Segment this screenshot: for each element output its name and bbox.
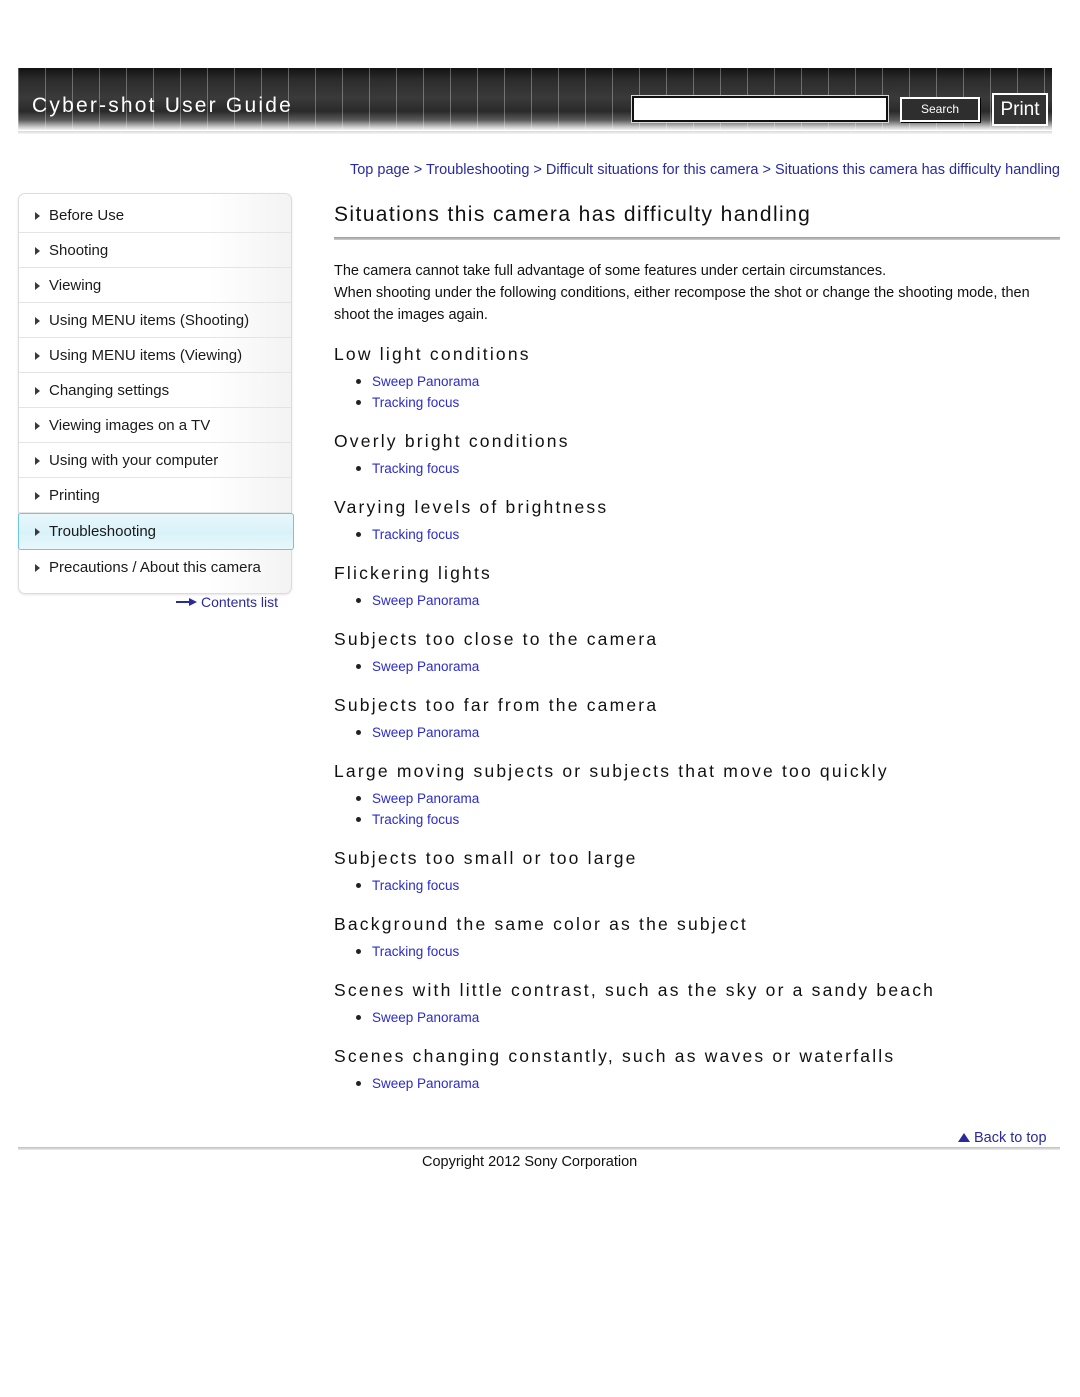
breadcrumb-item-current-page[interactable]: Situations this camera has difficulty ha… <box>775 162 1060 178</box>
section-heading-background-same-color: Background the same color as the subject <box>334 914 748 934</box>
sidebar-item-label: Printing <box>49 487 100 504</box>
search-button[interactable]: Search <box>900 97 980 122</box>
breadcrumb-separator: > <box>413 162 423 178</box>
sidebar-item-changing-settings[interactable]: Changing settings <box>19 373 291 408</box>
sidebar-item-label: Using MENU items (Shooting) <box>49 312 250 329</box>
sidebar-nav: Before Use Shooting Viewing Using MENU i… <box>18 193 294 594</box>
arrow-right-icon <box>176 598 198 606</box>
chevron-right-icon <box>35 457 40 465</box>
chevron-right-icon <box>35 387 40 395</box>
intro-line-1: The camera cannot take full advantage of… <box>334 263 887 279</box>
breadcrumb-separator: > <box>762 162 771 178</box>
page-title: Situations this camera has difficulty ha… <box>334 203 812 226</box>
link-item[interactable]: Sweep Panorama <box>356 1007 1060 1028</box>
chevron-right-icon <box>35 422 40 430</box>
link-item[interactable]: Sweep Panorama <box>356 788 1060 809</box>
breadcrumb-item-difficult-situations[interactable]: Difficult situations for this camera <box>546 162 758 178</box>
section-links-varying-brightness: Tracking focus <box>334 524 1060 545</box>
breadcrumb-item-top-page[interactable]: Top page <box>350 162 410 178</box>
link-item[interactable]: Sweep Panorama <box>356 656 1060 677</box>
section-heading-overly-bright: Overly bright conditions <box>334 431 570 451</box>
link-item[interactable]: Tracking focus <box>356 524 1060 545</box>
section-heading-large-moving-subjects: Large moving subjects or subjects that m… <box>334 761 889 781</box>
chevron-right-icon <box>35 564 40 572</box>
sidebar-item-viewing-images-on-a-tv[interactable]: Viewing images on a TV <box>19 408 291 443</box>
sidebar-item-troubleshooting[interactable]: Troubleshooting <box>18 513 294 550</box>
section-heading-scenes-changing: Scenes changing constantly, such as wave… <box>334 1046 896 1066</box>
search-input[interactable] <box>631 95 889 123</box>
sidebar-item-using-with-your-computer[interactable]: Using with your computer <box>19 443 291 478</box>
contents-list-label: Contents list <box>201 594 279 610</box>
sidebar-item-using-menu-items-shooting[interactable]: Using MENU items (Shooting) <box>19 303 291 338</box>
copyright-text: Copyright 2012 Sony Corporation <box>422 1154 638 1170</box>
chevron-right-icon <box>35 247 40 255</box>
breadcrumb-separator: > <box>533 162 542 178</box>
chevron-right-icon <box>35 282 40 290</box>
sidebar-item-label: Using MENU items (Viewing) <box>49 347 243 364</box>
intro-line-2: When shooting under the following condit… <box>334 285 1030 323</box>
chevron-right-icon <box>35 317 40 325</box>
intro-paragraph: The camera cannot take full advantage of… <box>334 260 1060 326</box>
link-item[interactable]: Tracking focus <box>356 458 1060 479</box>
sidebar-item-label: Before Use <box>49 207 125 224</box>
back-to-top-link[interactable]: Back to top <box>958 1130 1047 1146</box>
header-underline <box>18 131 1052 134</box>
chevron-right-icon <box>35 528 40 536</box>
breadcrumb: Top page > Troubleshooting > Difficult s… <box>334 160 1060 181</box>
link-item[interactable]: Tracking focus <box>356 809 1060 830</box>
section-heading-low-light: Low light conditions <box>334 344 531 364</box>
sidebar-item-label: Changing settings <box>49 382 170 399</box>
section-links-subjects-too-small-or-large: Tracking focus <box>334 875 1060 896</box>
sidebar-item-before-use[interactable]: Before Use <box>19 198 291 233</box>
link-item[interactable]: Sweep Panorama <box>356 722 1060 743</box>
section-links-scenes-changing: Sweep Panorama <box>334 1073 1060 1094</box>
section-links-background-same-color: Tracking focus <box>334 941 1060 962</box>
guide-title: Cyber-shot User Guide <box>32 94 293 117</box>
chevron-right-icon <box>35 492 40 500</box>
sidebar-item-label: Troubleshooting <box>49 523 157 540</box>
sidebar-item-using-menu-items-viewing[interactable]: Using MENU items (Viewing) <box>19 338 291 373</box>
back-to-top-label: Back to top <box>974 1130 1047 1146</box>
contents-list-link[interactable]: Contents list <box>176 594 278 610</box>
section-links-subjects-too-close: Sweep Panorama <box>334 656 1060 677</box>
chevron-right-icon <box>35 212 40 220</box>
section-links-low-light: Sweep Panorama Tracking focus <box>334 371 1060 413</box>
main-content: Top page > Troubleshooting > Difficult s… <box>334 160 1060 1098</box>
section-links-subjects-too-far: Sweep Panorama <box>334 722 1060 743</box>
sidebar-item-shooting[interactable]: Shooting <box>19 233 291 268</box>
sidebar-item-label: Viewing <box>49 277 102 294</box>
sidebar-item-precautions-about-this-camera[interactable]: Precautions / About this camera <box>19 550 291 585</box>
triangle-up-icon <box>958 1133 970 1142</box>
section-links-little-contrast: Sweep Panorama <box>334 1007 1060 1028</box>
link-item[interactable]: Sweep Panorama <box>356 590 1060 611</box>
link-item[interactable]: Tracking focus <box>356 392 1060 413</box>
section-heading-subjects-too-far: Subjects too far from the camera <box>334 695 659 715</box>
sidebar-item-viewing[interactable]: Viewing <box>19 268 291 303</box>
sidebar-item-label: Shooting <box>49 242 109 259</box>
link-item[interactable]: Sweep Panorama <box>356 1073 1060 1094</box>
section-heading-little-contrast: Scenes with little contrast, such as the… <box>334 980 936 1000</box>
link-item[interactable]: Tracking focus <box>356 875 1060 896</box>
sidebar-item-printing[interactable]: Printing <box>19 478 291 513</box>
link-item[interactable]: Tracking focus <box>356 941 1060 962</box>
sidebar-item-label: Using with your computer <box>49 452 219 469</box>
footer-divider <box>18 1147 1060 1150</box>
section-links-flickering-lights: Sweep Panorama <box>334 590 1060 611</box>
section-heading-subjects-too-close: Subjects too close to the camera <box>334 629 659 649</box>
chevron-right-icon <box>35 352 40 360</box>
sidebar-item-label: Viewing images on a TV <box>49 417 211 434</box>
title-divider <box>334 237 1060 240</box>
section-heading-flickering-lights: Flickering lights <box>334 563 492 583</box>
sidebar-item-label: Precautions / About this camera <box>49 559 261 576</box>
link-item[interactable]: Sweep Panorama <box>356 371 1060 392</box>
section-heading-subjects-too-small-or-large: Subjects too small or too large <box>334 848 638 868</box>
section-links-overly-bright: Tracking focus <box>334 458 1060 479</box>
section-links-large-moving-subjects: Sweep Panorama Tracking focus <box>334 788 1060 830</box>
print-button[interactable]: Print <box>992 93 1048 126</box>
section-heading-varying-brightness: Varying levels of brightness <box>334 497 609 517</box>
breadcrumb-item-troubleshooting[interactable]: Troubleshooting <box>426 162 529 178</box>
